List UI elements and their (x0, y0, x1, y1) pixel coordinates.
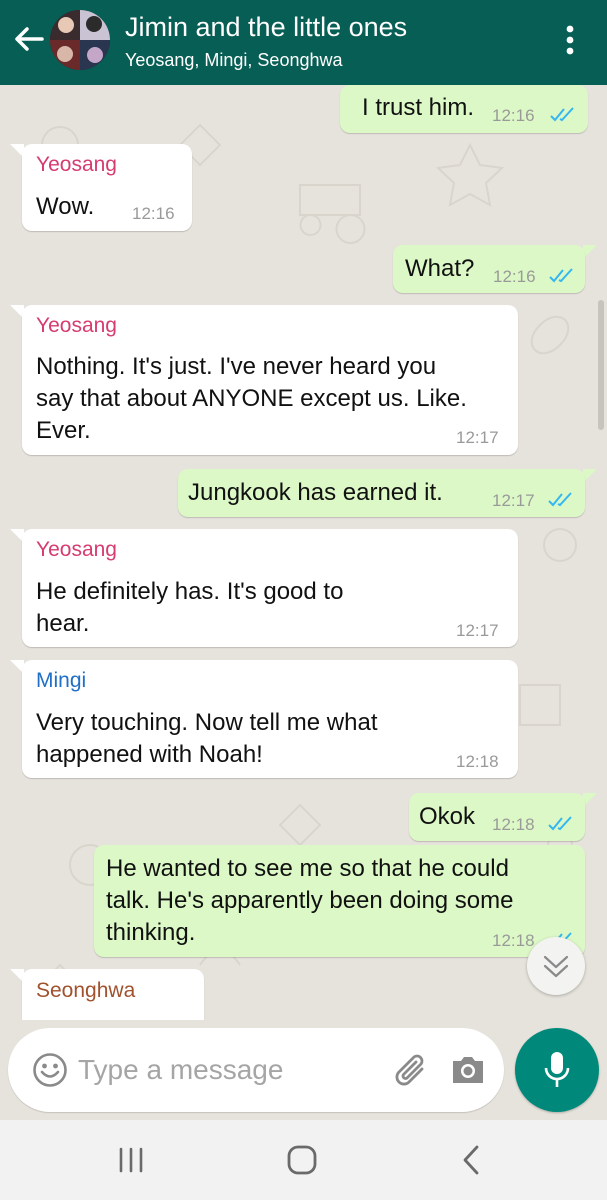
message-time: 12:16 (132, 204, 175, 223)
arrow-left-icon[interactable] (12, 22, 46, 56)
home-icon[interactable] (284, 1142, 320, 1178)
message-input-box[interactable] (8, 1028, 504, 1112)
scroll-to-bottom-button[interactable] (527, 937, 585, 995)
chat-title[interactable]: Jimin and the little ones (125, 12, 407, 43)
double-chevron-down-icon (543, 955, 569, 978)
incoming-message[interactable]: Mingi Very touching. Now tell me what ha… (22, 660, 518, 778)
message-time: 12:17 (456, 428, 499, 447)
outgoing-message[interactable]: Jungkook has earned it. 12:17 (178, 469, 585, 517)
outgoing-message[interactable]: Okok 12:18 (409, 793, 585, 841)
back-nav-icon[interactable] (458, 1142, 484, 1178)
paperclip-icon[interactable] (392, 1050, 432, 1090)
voice-record-button[interactable] (515, 1028, 599, 1112)
message-time: 12:16 (492, 106, 535, 125)
message-time: 12:16 (493, 267, 536, 286)
message-time: 12:18 (492, 815, 535, 834)
incoming-message[interactable]: Yeosang Wow. 12:16 (22, 144, 192, 231)
message-text: hear. (36, 610, 90, 637)
message-time: 12:18 (456, 752, 499, 771)
outgoing-message[interactable]: What? 12:16 (393, 245, 585, 293)
message-sender: Seonghwa (36, 979, 136, 1002)
message-text: Nothing. It's just. I've never heard you (36, 353, 437, 380)
message-text: thinking. (106, 919, 196, 946)
incoming-message[interactable]: Seonghwa (22, 969, 204, 1020)
message-text: say that about ANYONE except us. Like. (36, 385, 467, 412)
double-check-icon (550, 107, 574, 122)
message-text: He wanted to see me so that he could (106, 855, 509, 882)
message-text: Okok (419, 803, 476, 830)
bubble-tail (583, 469, 597, 483)
message-time: 12:17 (456, 621, 499, 640)
chat-header: Jimin and the little ones Yeosang, Mingi… (0, 0, 607, 85)
message-text: Jungkook has earned it. (188, 479, 443, 506)
message-text: What? (405, 255, 475, 282)
message-text: talk. He's apparently been doing some (106, 887, 514, 914)
double-check-icon (549, 268, 573, 283)
message-text: He definitely has. It's good to (36, 578, 344, 605)
scrollbar-thumb[interactable] (598, 300, 604, 430)
chat-participants[interactable]: Yeosang, Mingi, Seonghwa (125, 50, 343, 71)
message-list[interactable]: I trust him. 12:16 Yeosang Wow. 12:16 Wh… (0, 85, 607, 1020)
outgoing-message[interactable]: He wanted to see me so that he could tal… (94, 845, 585, 957)
message-text: I trust him. (362, 94, 475, 121)
smiley-icon[interactable] (32, 1052, 68, 1088)
more-vertical-icon[interactable] (560, 20, 580, 60)
camera-icon[interactable] (450, 1054, 486, 1086)
message-text: happened with Noah! (36, 741, 263, 768)
microphone-icon (544, 1052, 570, 1087)
recent-apps-icon[interactable] (114, 1144, 148, 1176)
message-sender: Yeosang (36, 538, 117, 561)
bubble-tail (583, 793, 597, 807)
message-input[interactable] (78, 1046, 378, 1094)
bubble-tail (583, 245, 597, 259)
incoming-message[interactable]: Yeosang He definitely has. It's good to … (22, 529, 518, 647)
message-text: Wow. (36, 193, 95, 220)
message-text: Very touching. Now tell me what (36, 709, 378, 736)
double-check-icon (548, 492, 572, 507)
outgoing-message[interactable]: I trust him. 12:16 (340, 85, 588, 133)
composer (0, 1020, 607, 1120)
double-check-icon (548, 816, 572, 831)
message-text: Ever. (36, 417, 91, 444)
group-avatar[interactable] (50, 10, 110, 70)
system-navigation-bar (0, 1120, 607, 1200)
message-sender: Yeosang (36, 314, 117, 337)
incoming-message[interactable]: Yeosang Nothing. It's just. I've never h… (22, 305, 518, 455)
message-sender: Yeosang (36, 153, 117, 176)
message-time: 12:17 (492, 491, 535, 510)
message-sender: Mingi (36, 669, 87, 692)
